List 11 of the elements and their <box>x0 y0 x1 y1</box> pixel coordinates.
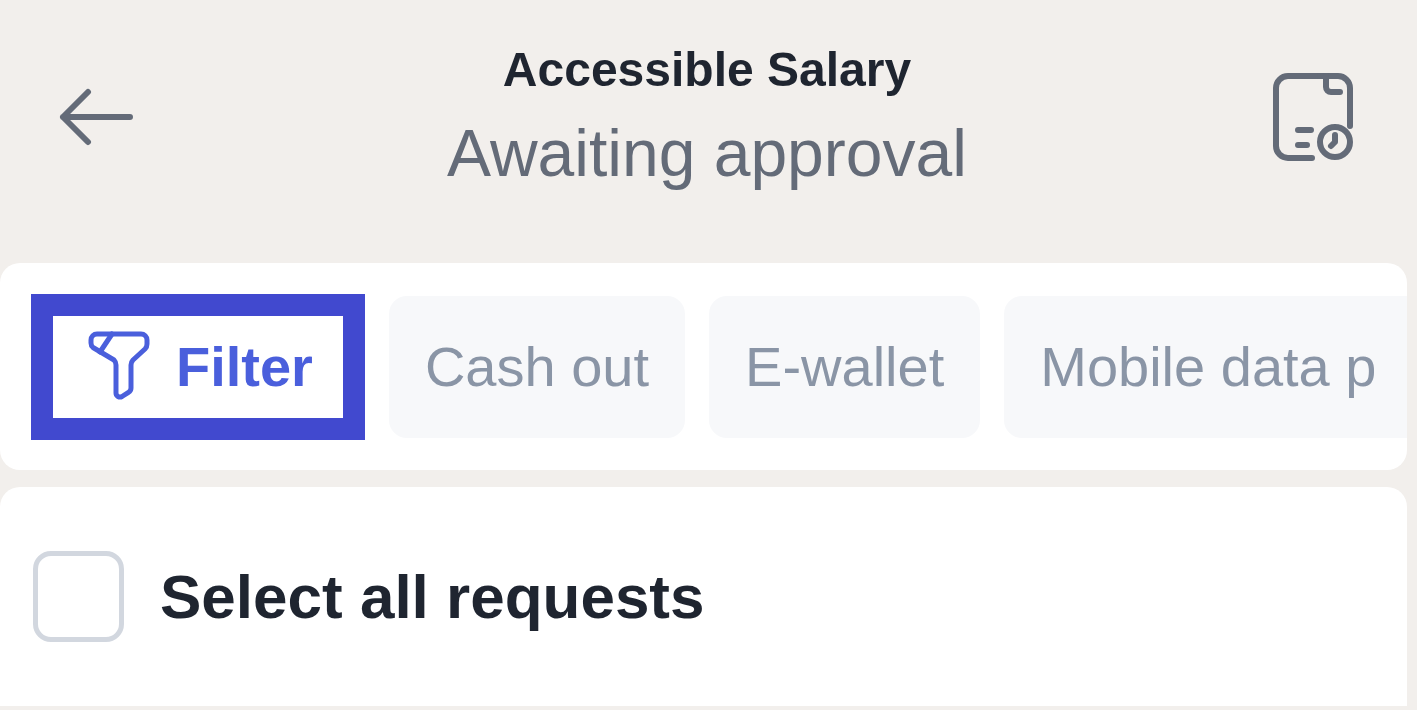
select-all-label[interactable]: Select all requests <box>160 561 705 632</box>
page-subtitle: Awaiting approval <box>447 115 967 191</box>
category-chip[interactable]: E-wallet <box>709 295 981 438</box>
arrow-left-icon[interactable] <box>58 87 134 146</box>
filter-button[interactable]: Filter <box>31 293 365 440</box>
checkbox[interactable] <box>33 551 124 642</box>
filter-icon <box>88 330 150 403</box>
document-clock-icon[interactable] <box>1272 71 1356 162</box>
page-title: Accessible Salary <box>502 42 912 98</box>
category-chip[interactable]: Cash out <box>388 295 686 438</box>
category-chip[interactable]: Mobile data p <box>1004 295 1407 438</box>
